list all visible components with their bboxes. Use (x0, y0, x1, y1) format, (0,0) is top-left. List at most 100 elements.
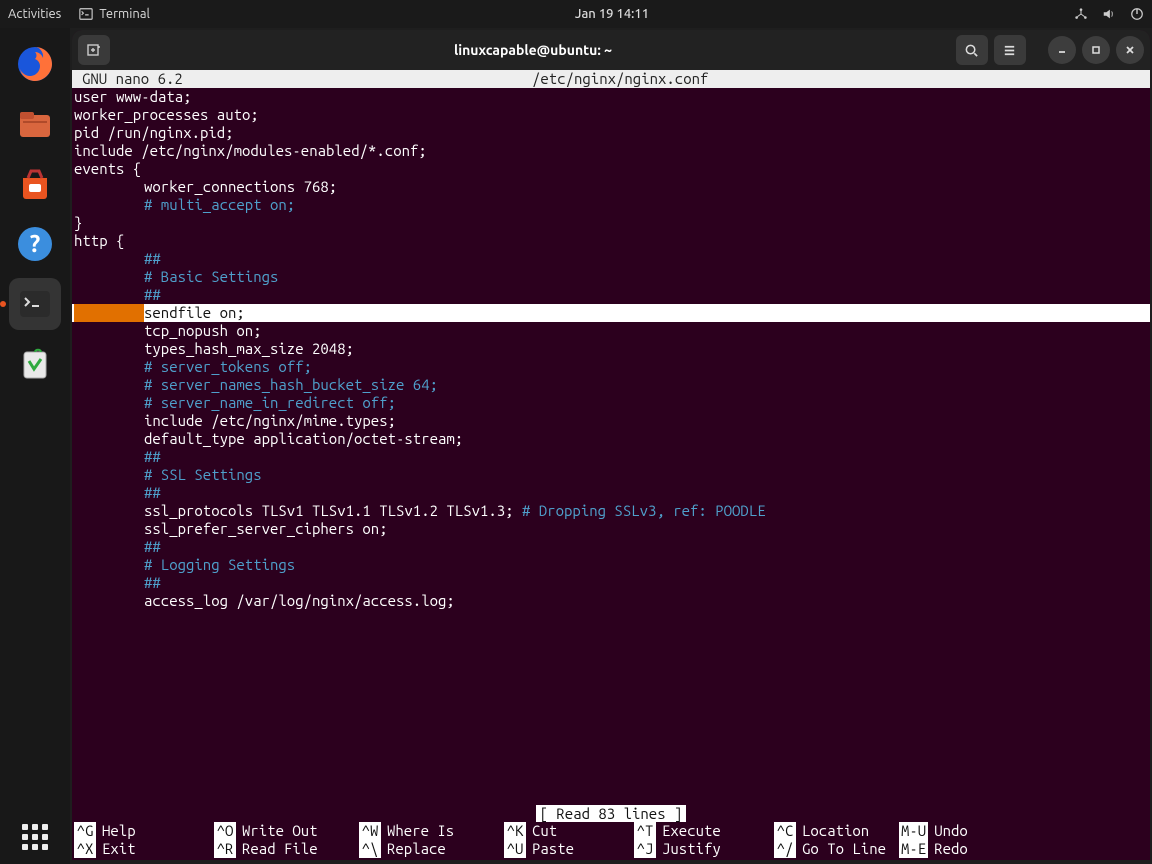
minimize-icon (1056, 44, 1068, 56)
window-titlebar: linuxcapable@ubuntu: ~ (72, 30, 1150, 70)
editor-line[interactable]: user www-data; (72, 88, 1150, 106)
editor-line[interactable]: ## (72, 484, 1150, 502)
shortcut-label: Execute (662, 822, 721, 840)
terminal-window: linuxcapable@ubuntu: ~ GNU nano 6.2 /etc… (72, 30, 1150, 860)
gnome-topbar: Activities Terminal Jan 19 14:11 (0, 0, 1152, 28)
editor-line[interactable]: worker_processes auto; (72, 106, 1150, 124)
editor-line[interactable]: ## (72, 574, 1150, 592)
shortcut-exit: ^XExit (74, 840, 214, 858)
active-app-indicator[interactable]: Terminal (79, 7, 150, 21)
close-button[interactable] (1116, 36, 1144, 64)
editor-line[interactable]: access_log /var/log/nginx/access.log; (72, 592, 1150, 610)
shortcut-key: ^T (634, 822, 656, 840)
shortcut-label: Redo (934, 840, 968, 858)
terminal-icon (79, 7, 93, 21)
search-icon (964, 43, 979, 58)
editor-line[interactable]: # SSL Settings (72, 466, 1150, 484)
editor-line[interactable]: default_type application/octet-stream; (72, 430, 1150, 448)
shortcut-label: Paste (532, 840, 574, 858)
shortcut-label: Go To Line (802, 840, 886, 858)
shortcut-key: M-U (899, 822, 928, 840)
show-apps-button[interactable] (0, 824, 70, 850)
editor-line[interactable]: ## (72, 250, 1150, 268)
maximize-icon (1090, 44, 1102, 56)
activities-button[interactable]: Activities (8, 7, 61, 21)
shortcut-replace: ^\Replace (359, 840, 504, 858)
shortcut-key: ^W (359, 822, 381, 840)
dock-files[interactable] (9, 98, 61, 150)
shortcut-label: Where Is (387, 822, 454, 840)
editor-line[interactable]: # multi_accept on; (72, 196, 1150, 214)
dock-firefox[interactable] (9, 38, 61, 90)
dock: ? (0, 28, 70, 864)
shortcut-label: Undo (934, 822, 968, 840)
shortcut-key: M-E (899, 840, 928, 858)
shortcut-label: Cut (532, 822, 557, 840)
network-icon[interactable] (1074, 7, 1088, 21)
menu-button[interactable] (994, 35, 1026, 65)
power-icon[interactable] (1130, 7, 1144, 21)
help-icon: ? (15, 224, 55, 264)
shortcut-key: ^X (74, 840, 96, 858)
editor-area[interactable]: user www-data;worker_processes auto;pid … (72, 88, 1150, 805)
editor-line[interactable]: # Logging Settings (72, 556, 1150, 574)
editor-line[interactable]: include /etc/nginx/modules-enabled/*.con… (72, 142, 1150, 160)
editor-line[interactable]: include /etc/nginx/mime.types; (72, 412, 1150, 430)
shortcut-key: ^G (74, 822, 96, 840)
shortcut-label: Write Out (242, 822, 318, 840)
editor-line[interactable]: tcp_nopush on; (72, 322, 1150, 340)
editor-line[interactable]: ## (72, 538, 1150, 556)
editor-line[interactable]: sendfile on; (72, 304, 1150, 322)
dock-help[interactable]: ? (9, 218, 61, 270)
new-tab-button[interactable] (78, 35, 110, 65)
svg-text:?: ? (30, 230, 41, 257)
editor-line[interactable]: worker_connections 768; (72, 178, 1150, 196)
minimize-button[interactable] (1048, 36, 1076, 64)
editor-line[interactable]: ## (72, 286, 1150, 304)
editor-line[interactable]: # Basic Settings (72, 268, 1150, 286)
nano-filename: /etc/nginx/nginx.conf (532, 70, 1140, 88)
editor-line[interactable]: pid /run/nginx.pid; (72, 124, 1150, 142)
shortcut-label: Help (102, 822, 136, 840)
shortcut-label: Justify (662, 840, 721, 858)
editor-line[interactable]: # server_names_hash_bucket_size 64; (72, 376, 1150, 394)
hamburger-icon (1002, 43, 1017, 58)
clock[interactable]: Jan 19 14:11 (575, 7, 649, 21)
shortcut-execute: ^T Execute (634, 822, 774, 840)
dock-terminal[interactable] (9, 278, 61, 330)
nano-app-name: GNU nano 6.2 (82, 70, 532, 88)
maximize-button[interactable] (1082, 36, 1110, 64)
shortcut-redo: M-E Redo (899, 840, 1009, 858)
shortcut-label: Read File (242, 840, 318, 858)
shortcut-where-is: ^W Where Is (359, 822, 504, 840)
shortcut-key: ^O (214, 822, 236, 840)
shortcut-go-to-line: ^/Go To Line (774, 840, 899, 858)
nano-status-row: [ Read 83 lines ] (72, 805, 1150, 822)
scrollbar[interactable] (1138, 110, 1148, 830)
shortcut-key: ^C (774, 822, 796, 840)
volume-icon[interactable] (1102, 7, 1116, 21)
dock-software[interactable] (9, 158, 61, 210)
search-button[interactable] (956, 35, 988, 65)
active-app-label: Terminal (99, 7, 150, 21)
dock-trash[interactable] (9, 338, 61, 390)
new-tab-icon (86, 42, 102, 58)
editor-line[interactable]: # server_name_in_redirect off; (72, 394, 1150, 412)
apps-grid-icon (22, 824, 48, 850)
editor-line[interactable]: ssl_protocols TLSv1 TLSv1.1 TLSv1.2 TLSv… (72, 502, 1150, 520)
editor-line[interactable]: ## (72, 448, 1150, 466)
editor-line[interactable]: } (72, 214, 1150, 232)
shortcut-key: ^K (504, 822, 526, 840)
editor-line[interactable]: events { (72, 160, 1150, 178)
shortcut-read-file: ^R Read File (214, 840, 359, 858)
nano-status: [ Read 83 lines ] (536, 805, 687, 822)
shortcut-key: ^R (214, 840, 236, 858)
files-icon (15, 104, 55, 144)
firefox-icon (15, 44, 55, 84)
shortcut-undo: M-U Undo (899, 822, 1009, 840)
editor-line[interactable]: ssl_prefer_server_ciphers on; (72, 520, 1150, 538)
editor-line[interactable]: types_hash_max_size 2048; (72, 340, 1150, 358)
editor-line[interactable]: # server_tokens off; (72, 358, 1150, 376)
editor-line[interactable]: http { (72, 232, 1150, 250)
shortcut-label: Location (802, 822, 869, 840)
